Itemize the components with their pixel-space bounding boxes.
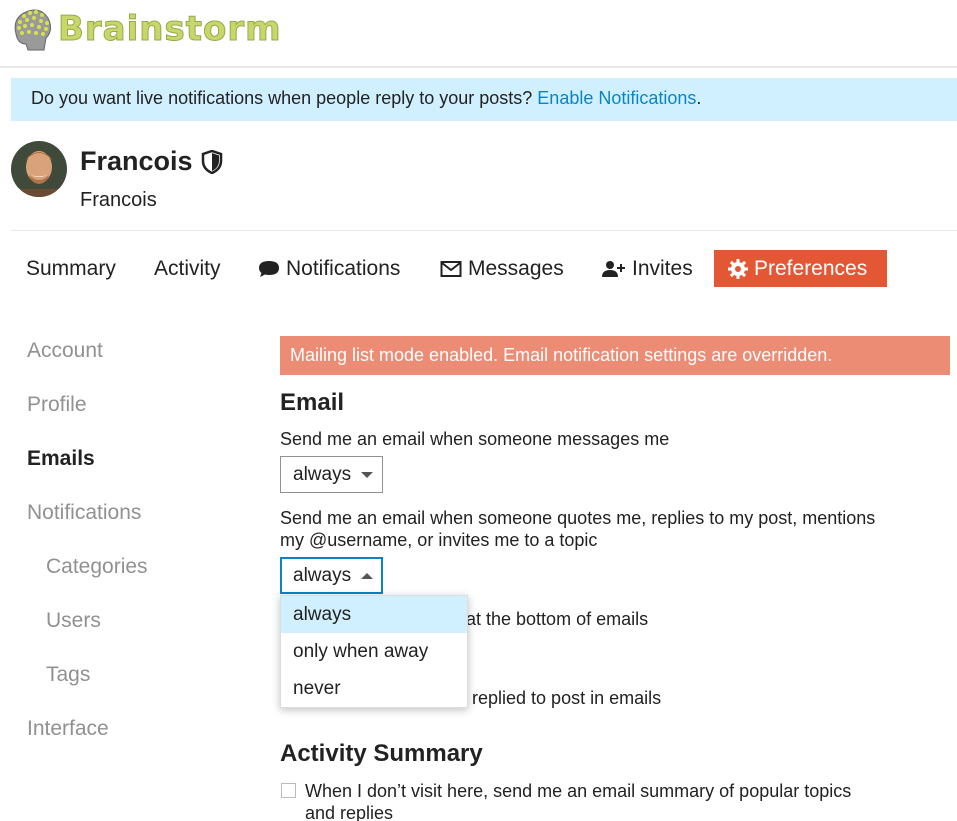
dropdown-option-only-when-away[interactable]: only when away (281, 633, 467, 670)
dropdown-option-always[interactable]: always (281, 596, 467, 633)
tab-invites[interactable]: Invites (602, 250, 693, 287)
avatar[interactable] (11, 141, 67, 197)
activity-summary-heading: Activity Summary (280, 740, 483, 767)
sidebar-item-account[interactable]: Account (27, 339, 103, 363)
tab-invites-label: Invites (632, 256, 693, 280)
messages-email-select[interactable]: always (280, 456, 383, 493)
user-plus-icon (602, 260, 625, 277)
profile-divider (11, 230, 957, 231)
user-display-name: Francois (80, 146, 223, 177)
site-logo[interactable]: Brainstorm (10, 4, 282, 54)
sidebar-item-emails[interactable]: Emails (27, 447, 95, 471)
gear-icon (728, 258, 748, 279)
dropdown-option-never[interactable]: never (281, 670, 467, 707)
tab-activity-label: Activity (154, 256, 221, 280)
email-heading: Email (280, 389, 345, 416)
tab-summary-label: Summary (26, 256, 116, 280)
quotes-email-label-line2: my @username, or invites me to a topic (280, 530, 598, 550)
banner-suffix: . (696, 88, 702, 108)
sidebar-item-interface[interactable]: Interface (27, 717, 109, 741)
sidebar-item-tags[interactable]: Tags (46, 663, 90, 687)
tab-activity[interactable]: Activity (154, 250, 221, 287)
messages-email-value: always (293, 463, 352, 485)
mailing-list-alert: Mailing list mode enabled. Email notific… (280, 336, 950, 375)
comment-icon (259, 260, 279, 277)
tab-notifications-label: Notifications (286, 256, 401, 280)
quotes-email-value: always (293, 564, 352, 586)
logo-text: Brainstorm (58, 9, 282, 50)
tab-preferences-label: Preferences (754, 256, 868, 280)
sidebar-item-notifications[interactable]: Notifications (27, 501, 141, 525)
sidebar-item-profile[interactable]: Profile (27, 393, 87, 417)
banner-text: Do you want live notifications when peop… (31, 88, 538, 108)
quotes-email-dropdown: always only when away never (280, 595, 468, 708)
brain-logo-icon (14, 9, 52, 51)
digest-checkbox[interactable] (281, 783, 296, 798)
partial-option-text-1: s at the bottom of emails (452, 609, 649, 629)
sidebar-item-categories[interactable]: Categories (46, 555, 148, 579)
notification-banner: Do you want live notifications when peop… (11, 78, 957, 121)
quotes-email-select[interactable]: always (280, 557, 383, 594)
caret-down-icon (361, 471, 374, 478)
tab-messages-label: Messages (468, 256, 564, 280)
shield-icon (201, 149, 222, 174)
partial-option-text-2: of replied to post in emails (452, 688, 662, 708)
tab-preferences[interactable]: Preferences (714, 250, 887, 287)
caret-up-icon (361, 572, 374, 579)
digest-label-line2: and replies (305, 803, 394, 821)
user-name-text: Francois (80, 146, 193, 176)
tab-notifications[interactable]: Notifications (258, 250, 400, 287)
site-header: Brainstorm (0, 0, 957, 68)
digest-label-line1: When I don’t visit here, send me an emai… (305, 781, 852, 801)
messages-email-label: Send me an email when someone messages m… (280, 429, 670, 449)
envelope-icon (440, 260, 462, 277)
sidebar-item-users[interactable]: Users (46, 609, 101, 633)
user-username: Francois (80, 189, 157, 211)
tab-summary[interactable]: Summary (26, 250, 116, 287)
quotes-email-label-line1: Send me an email when someone quotes me,… (280, 508, 876, 528)
tab-messages[interactable]: Messages (440, 250, 564, 287)
enable-notifications-link[interactable]: Enable Notifications (537, 88, 696, 108)
